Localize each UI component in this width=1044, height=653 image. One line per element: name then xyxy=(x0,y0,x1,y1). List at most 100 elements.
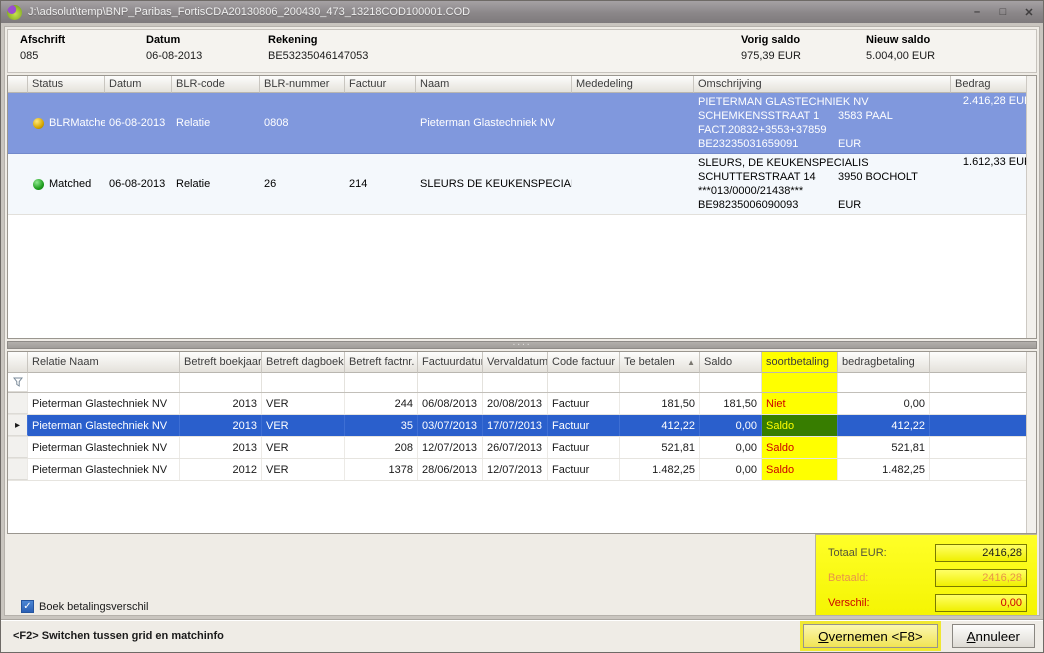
soortbetaling-cell[interactable]: Saldo xyxy=(762,459,838,480)
minimize-icon[interactable]: – xyxy=(969,6,985,19)
mededeling-cell xyxy=(572,154,694,214)
splitter-grip-icon: ∙∙∙∙ xyxy=(512,343,531,347)
status-text: BLRMatched xyxy=(49,117,105,129)
grid-splitter[interactable]: ∙∙∙∙ xyxy=(7,341,1037,349)
datum-label: Datum xyxy=(146,34,268,46)
close-icon[interactable]: ✕ xyxy=(1021,6,1037,19)
factuurdatum-cell: 06/08/2013 xyxy=(418,393,483,414)
filter-cell[interactable] xyxy=(548,373,620,392)
datum-value: 06-08-2013 xyxy=(146,50,268,62)
column-header-betreft-factnr[interactable]: Betreft factnr. xyxy=(345,352,418,373)
bedragbetaling-cell: 412,22 xyxy=(838,415,930,436)
column-header-betreft-dagboek[interactable]: Betreft dagboek xyxy=(262,352,345,373)
omschrijving-line: PIETERMAN GLASTECHNIEK NV xyxy=(698,95,947,109)
column-header-datum[interactable]: Datum xyxy=(105,76,172,93)
column-header-factuurdatum[interactable]: Factuurdatum xyxy=(418,352,483,373)
factnr-cell: 208 xyxy=(345,437,418,458)
column-header-saldo[interactable]: Saldo xyxy=(700,352,762,373)
column-header-omschrijving[interactable]: Omschrijving xyxy=(694,76,951,93)
factuurdatum-cell: 28/06/2013 xyxy=(418,459,483,480)
filter-cell[interactable] xyxy=(483,373,548,392)
boekjaar-cell: 2013 xyxy=(180,415,262,436)
te-betalen-label: Te betalen xyxy=(624,356,675,368)
code-factuur-cell: Factuur xyxy=(548,459,620,480)
omschrijving-line: SCHEMKENSSTRAAT 1 3583 PAAL xyxy=(698,109,947,123)
rekening-value: BE53235046147053 xyxy=(268,50,741,62)
column-header-blr-code[interactable]: BLR-code xyxy=(172,76,260,93)
city: 3583 PAAL xyxy=(838,109,893,123)
blr-code-cell: Relatie xyxy=(172,154,260,214)
filter-cell[interactable] xyxy=(700,373,762,392)
bedrag-cell: 1.612,33 EUR xyxy=(951,154,1036,214)
table-row[interactable]: BLRMatched 06-08-2013 Relatie 0808 Piete… xyxy=(8,93,1036,154)
bedragbetaling-cell: 521,81 xyxy=(838,437,930,458)
currency: EUR xyxy=(838,137,861,151)
bedragbetaling-cell: 1.482,25 xyxy=(838,459,930,480)
naam-cell: SLEURS DE KEUKENSPECIALIST xyxy=(416,154,572,214)
betaald-label: Betaald: xyxy=(828,572,935,584)
totaal-field[interactable]: 2416,28 xyxy=(935,544,1027,562)
column-header-bedragbetaling[interactable]: bedragbetaling xyxy=(838,352,930,373)
overnemen-button[interactable]: Overnemen <F8> xyxy=(803,624,937,648)
saldo-cell: 0,00 xyxy=(700,437,762,458)
totals-panel: Totaal EUR: 2416,28 Betaald: 2416,28 Ver… xyxy=(815,534,1037,616)
filter-cell[interactable] xyxy=(345,373,418,392)
column-header-soortbetaling[interactable]: soortbetaling xyxy=(762,352,838,373)
filler-cell xyxy=(930,437,1036,458)
matchinfo-grid: Relatie Naam Betreft boekjaar Betreft da… xyxy=(7,351,1037,534)
vervaldatum-cell: 20/08/2013 xyxy=(483,393,548,414)
table-row[interactable]: Pieterman Glastechniek NV 2013 VER 208 1… xyxy=(8,437,1036,459)
omschrijving-line: SLEURS, DE KEUKENSPECIALIS xyxy=(698,156,947,170)
table-row[interactable]: Pieterman Glastechniek NV 2013 VER 244 0… xyxy=(8,393,1036,415)
omschrijving-line: BE23235031659091 EUR xyxy=(698,137,947,151)
soortbetaling-cell[interactable]: Niet xyxy=(762,393,838,414)
soortbetaling-cell[interactable]: Saldo xyxy=(762,415,838,436)
column-header-factuur[interactable]: Factuur xyxy=(345,76,416,93)
column-header-vervaldatum[interactable]: Vervaldatum xyxy=(483,352,548,373)
maximize-icon[interactable]: □ xyxy=(995,6,1011,19)
code-factuur-cell: Factuur xyxy=(548,437,620,458)
column-header-status[interactable]: Status xyxy=(28,76,105,93)
checkbox-checked-icon[interactable]: ✓ xyxy=(21,600,34,613)
column-header-te-betalen[interactable]: Te betalen ▲ xyxy=(620,352,700,373)
filter-cell[interactable] xyxy=(28,373,180,392)
bedrag-cell: 2.416,28 EUR xyxy=(951,93,1036,153)
table-row[interactable]: Pieterman Glastechniek NV 2012 VER 1378 … xyxy=(8,459,1036,481)
filter-cell[interactable] xyxy=(262,373,345,392)
column-header-blr-nummer[interactable]: BLR-nummer xyxy=(260,76,345,93)
betaald-field: 2416,28 xyxy=(935,569,1027,587)
vertical-scrollbar[interactable] xyxy=(1026,76,1036,338)
checkbox-label: Boek betalingsverschil xyxy=(39,601,148,613)
nieuw-saldo-value: 5.004,00 EUR xyxy=(866,50,1036,62)
column-header-bedrag[interactable]: Bedrag xyxy=(951,76,1036,93)
afschrift-label: Afschrift xyxy=(20,34,146,46)
boek-betalingsverschil-option[interactable]: ✓ Boek betalingsverschil xyxy=(21,600,148,613)
saldo-cell: 0,00 xyxy=(700,459,762,480)
annuleer-button[interactable]: Annuleer xyxy=(952,624,1035,648)
street: SCHEMKENSSTRAAT 1 xyxy=(698,109,838,123)
factuurdatum-cell: 03/07/2013 xyxy=(418,415,483,436)
soortbetaling-cell[interactable]: Saldo xyxy=(762,437,838,458)
rekening-label: Rekening xyxy=(268,34,741,46)
table-row[interactable]: ▸ Pieterman Glastechniek NV 2013 VER 35 … xyxy=(8,415,1036,437)
table-row[interactable]: Matched 06-08-2013 Relatie 26 214 SLEURS… xyxy=(8,154,1036,215)
filter-cell[interactable] xyxy=(180,373,262,392)
column-header-naam[interactable]: Naam xyxy=(416,76,572,93)
filter-cell[interactable] xyxy=(418,373,483,392)
status-cell: BLRMatched xyxy=(28,93,105,153)
field-nieuw-saldo: Nieuw saldo 5.004,00 EUR xyxy=(866,34,1036,72)
filter-cell[interactable] xyxy=(762,373,838,392)
column-header-mededeling[interactable]: Mededeling xyxy=(572,76,694,93)
column-header-betreft-boekjaar[interactable]: Betreft boekjaar xyxy=(180,352,262,373)
row-indicator-cell xyxy=(8,154,28,214)
vertical-scrollbar[interactable] xyxy=(1026,352,1036,533)
filter-cell[interactable] xyxy=(620,373,700,392)
filter-cell[interactable] xyxy=(838,373,930,392)
mededeling-cell xyxy=(572,93,694,153)
vervaldatum-cell: 12/07/2013 xyxy=(483,459,548,480)
statement-header: Afschrift 085 Datum 06-08-2013 Rekening … xyxy=(7,29,1037,73)
column-header-relatie-naam[interactable]: Relatie Naam xyxy=(28,352,180,373)
city: 3950 BOCHOLT xyxy=(838,170,918,184)
row-indicator-cell xyxy=(8,459,28,480)
column-header-code-factuur[interactable]: Code factuur xyxy=(548,352,620,373)
